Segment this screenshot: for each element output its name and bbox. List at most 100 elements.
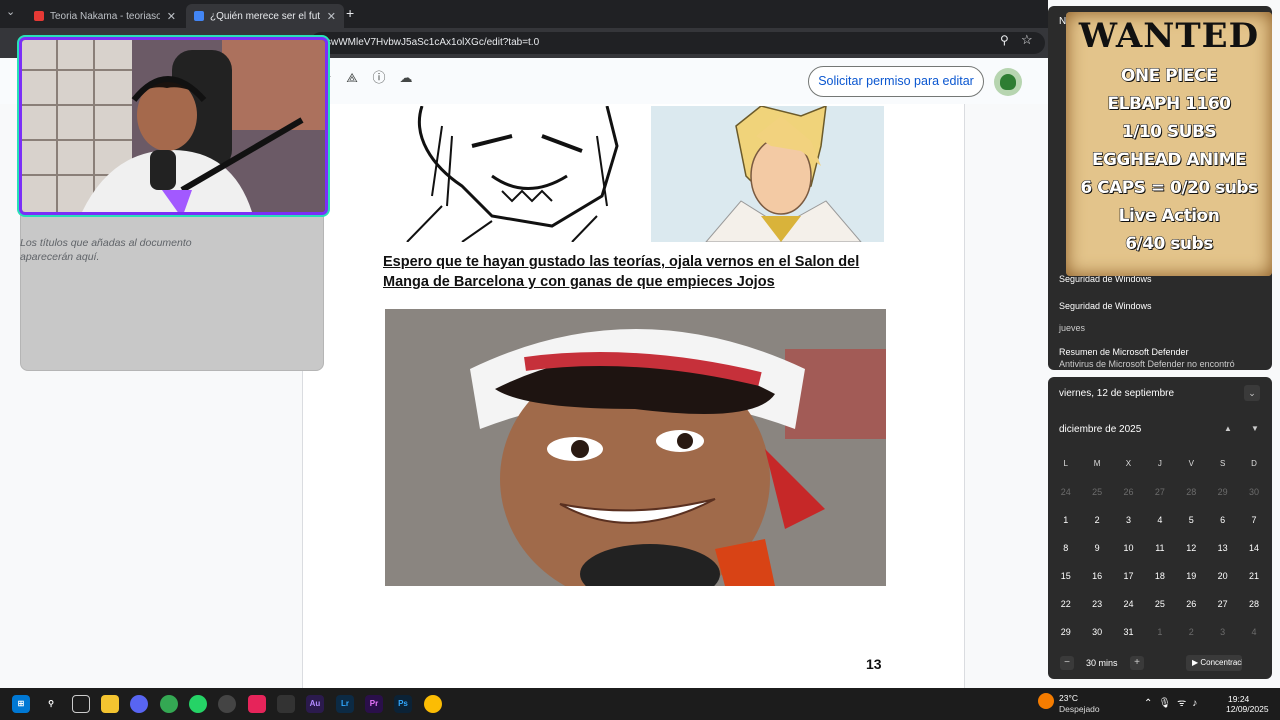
start-focus-button[interactable]: ▶ Concentración — [1186, 655, 1242, 671]
calendar-day[interactable]: 14 — [1238, 534, 1269, 562]
account-avatar[interactable] — [994, 68, 1022, 96]
calendar-day[interactable]: 18 — [1144, 562, 1175, 590]
whatsapp-icon[interactable] — [189, 695, 207, 713]
photoshop-icon[interactable]: Ps — [394, 695, 412, 713]
audition-icon[interactable]: Au — [306, 695, 324, 713]
obs-icon[interactable] — [218, 695, 236, 713]
anime-character-image[interactable] — [651, 106, 884, 242]
notification-item[interactable]: Seguridad de Windows — [1059, 301, 1152, 311]
calendar-day[interactable]: 30 — [1081, 618, 1112, 646]
address-bar[interactable]: swWMleV7HvbwJ5aSc1cAx1olXGc/edit?tab=t.0 — [310, 32, 1045, 54]
calendar-day[interactable]: 27 — [1207, 590, 1238, 618]
calendar-day[interactable]: 19 — [1176, 562, 1207, 590]
calendar-grid: L M X J V S D 24 25 26 27 28 29 30 1 2 3… — [1050, 450, 1270, 646]
previous-month-icon[interactable]: ▲ — [1224, 424, 1232, 433]
calendar-day[interactable]: 31 — [1113, 618, 1144, 646]
clock-time[interactable]: 19:24 — [1228, 694, 1249, 704]
calendar-day[interactable]: 1 — [1144, 618, 1175, 646]
calendar-day[interactable]: 25 — [1144, 590, 1175, 618]
cloud-status-icon[interactable]: ☁ — [398, 70, 414, 86]
file-explorer-icon[interactable] — [101, 695, 119, 713]
new-tab-plus-icon[interactable]: + — [346, 5, 354, 21]
calendar-day[interactable]: 10 — [1113, 534, 1144, 562]
weekday-label: X — [1125, 459, 1132, 468]
close-tab-icon[interactable]: ✕ — [327, 10, 336, 23]
calendar-day[interactable]: 6 — [1207, 506, 1238, 534]
calendar-day[interactable]: 25 — [1081, 478, 1112, 506]
calendar-day[interactable]: 21 — [1238, 562, 1269, 590]
calendar-day[interactable]: 27 — [1144, 478, 1175, 506]
calendar-day[interactable]: 29 — [1207, 478, 1238, 506]
calendar-day[interactable]: 2 — [1081, 506, 1112, 534]
premiere-icon[interactable]: Pr — [365, 695, 383, 713]
calendar-day[interactable]: 17 — [1113, 562, 1144, 590]
calendar-day[interactable]: 3 — [1113, 506, 1144, 534]
calendar-day[interactable]: 15 — [1050, 562, 1081, 590]
calendar-day[interactable]: 30 — [1238, 478, 1269, 506]
calendar-day[interactable]: 24 — [1050, 478, 1081, 506]
decrease-focus-button[interactable]: − — [1060, 656, 1074, 670]
chrome-icon[interactable] — [160, 695, 178, 713]
tab-search-chevron-icon[interactable]: ⌄ — [6, 5, 15, 18]
notification-item[interactable]: Resumen de Microsoft Defender — [1059, 347, 1189, 357]
focus-duration: 30 mins — [1086, 658, 1118, 668]
calendar-day[interactable]: 28 — [1238, 590, 1269, 618]
request-edit-access-button[interactable]: Solicitar permiso para editar — [808, 66, 984, 97]
calendar-day[interactable]: 1 — [1050, 506, 1081, 534]
notification-body: Antivirus de Microsoft Defender no encon… — [1059, 359, 1235, 369]
tab-quien-merece[interactable]: ¿Quién merece ser el futuro nakama ✕ — [186, 4, 344, 28]
manga-panel-image[interactable] — [402, 106, 634, 242]
calendar-day[interactable]: 23 — [1081, 590, 1112, 618]
task-view-icon[interactable] — [72, 695, 90, 713]
clock-date[interactable]: 12/09/2025 — [1226, 704, 1269, 714]
calendar-day[interactable]: 2 — [1176, 618, 1207, 646]
close-tab-icon[interactable]: ✕ — [167, 10, 176, 23]
tab-teoria-nakama[interactable]: Teoria Nakama - teoriasonepiece ✕ — [26, 4, 184, 28]
calendar-day[interactable]: 5 — [1176, 506, 1207, 534]
calendar-day[interactable]: 16 — [1081, 562, 1112, 590]
increase-focus-button[interactable]: + — [1130, 656, 1144, 670]
zoom-icon[interactable]: ⚲ — [1000, 33, 1009, 47]
calendar-day[interactable]: 20 — [1207, 562, 1238, 590]
calendar-day[interactable]: 26 — [1113, 478, 1144, 506]
weekday-label: D — [1251, 459, 1257, 468]
calendar-day[interactable]: 13 — [1207, 534, 1238, 562]
system-tray-icons[interactable]: ⌃🎙︎ᯤ♪ — [1144, 695, 1203, 709]
calendar-day[interactable]: 24 — [1113, 590, 1144, 618]
windows-start-icon[interactable]: ⊞ — [12, 695, 30, 713]
calendar-day[interactable]: 12 — [1176, 534, 1207, 562]
calendar-day[interactable]: 8 — [1050, 534, 1081, 562]
weekday-label: V — [1188, 459, 1194, 468]
chrome-profile-icon[interactable] — [424, 695, 442, 713]
calendar-day[interactable]: 28 — [1176, 478, 1207, 506]
streamer-face-photo[interactable] — [385, 309, 886, 586]
calendar-day[interactable]: 22 — [1050, 590, 1081, 618]
wanted-line: ELBAPH 1160 — [1107, 94, 1231, 115]
outline-empty-message: Los títulos que añadas al documento apar… — [20, 237, 192, 263]
calendar-day[interactable]: 29 — [1050, 618, 1081, 646]
calendar-day[interactable]: 4 — [1144, 506, 1175, 534]
calendar-day[interactable]: 4 — [1238, 618, 1269, 646]
document-info-icon[interactable]: ⓘ — [371, 70, 387, 86]
weekday-label: S — [1219, 459, 1226, 468]
document-outline-panel — [20, 205, 324, 371]
calendar-day[interactable]: 11 — [1144, 534, 1175, 562]
weather-icon[interactable] — [1038, 693, 1054, 709]
weather-temperature[interactable]: 23°C — [1059, 693, 1078, 703]
lightroom-icon[interactable]: Lr — [336, 695, 354, 713]
weather-condition[interactable]: Despejado — [1059, 704, 1100, 714]
calendar-month[interactable]: diciembre de 2025 — [1059, 424, 1141, 435]
calendar-day[interactable]: 9 — [1081, 534, 1112, 562]
search-icon[interactable]: ⚲ — [42, 695, 60, 713]
discord-icon[interactable] — [130, 695, 148, 713]
calendar-day[interactable]: 7 — [1238, 506, 1269, 534]
capcut-icon[interactable] — [277, 695, 295, 713]
weekday-label: L — [1063, 459, 1068, 468]
bookmark-star-icon[interactable]: ☆ — [1021, 32, 1033, 48]
move-to-drive-icon[interactable]: ⟁ — [344, 70, 360, 86]
calendar-day[interactable]: 3 — [1207, 618, 1238, 646]
calendar-day[interactable]: 26 — [1176, 590, 1207, 618]
tiktok-icon[interactable] — [248, 695, 266, 713]
collapse-chevron-icon[interactable]: ⌄ — [1244, 385, 1260, 401]
next-month-icon[interactable]: ▼ — [1251, 424, 1259, 433]
